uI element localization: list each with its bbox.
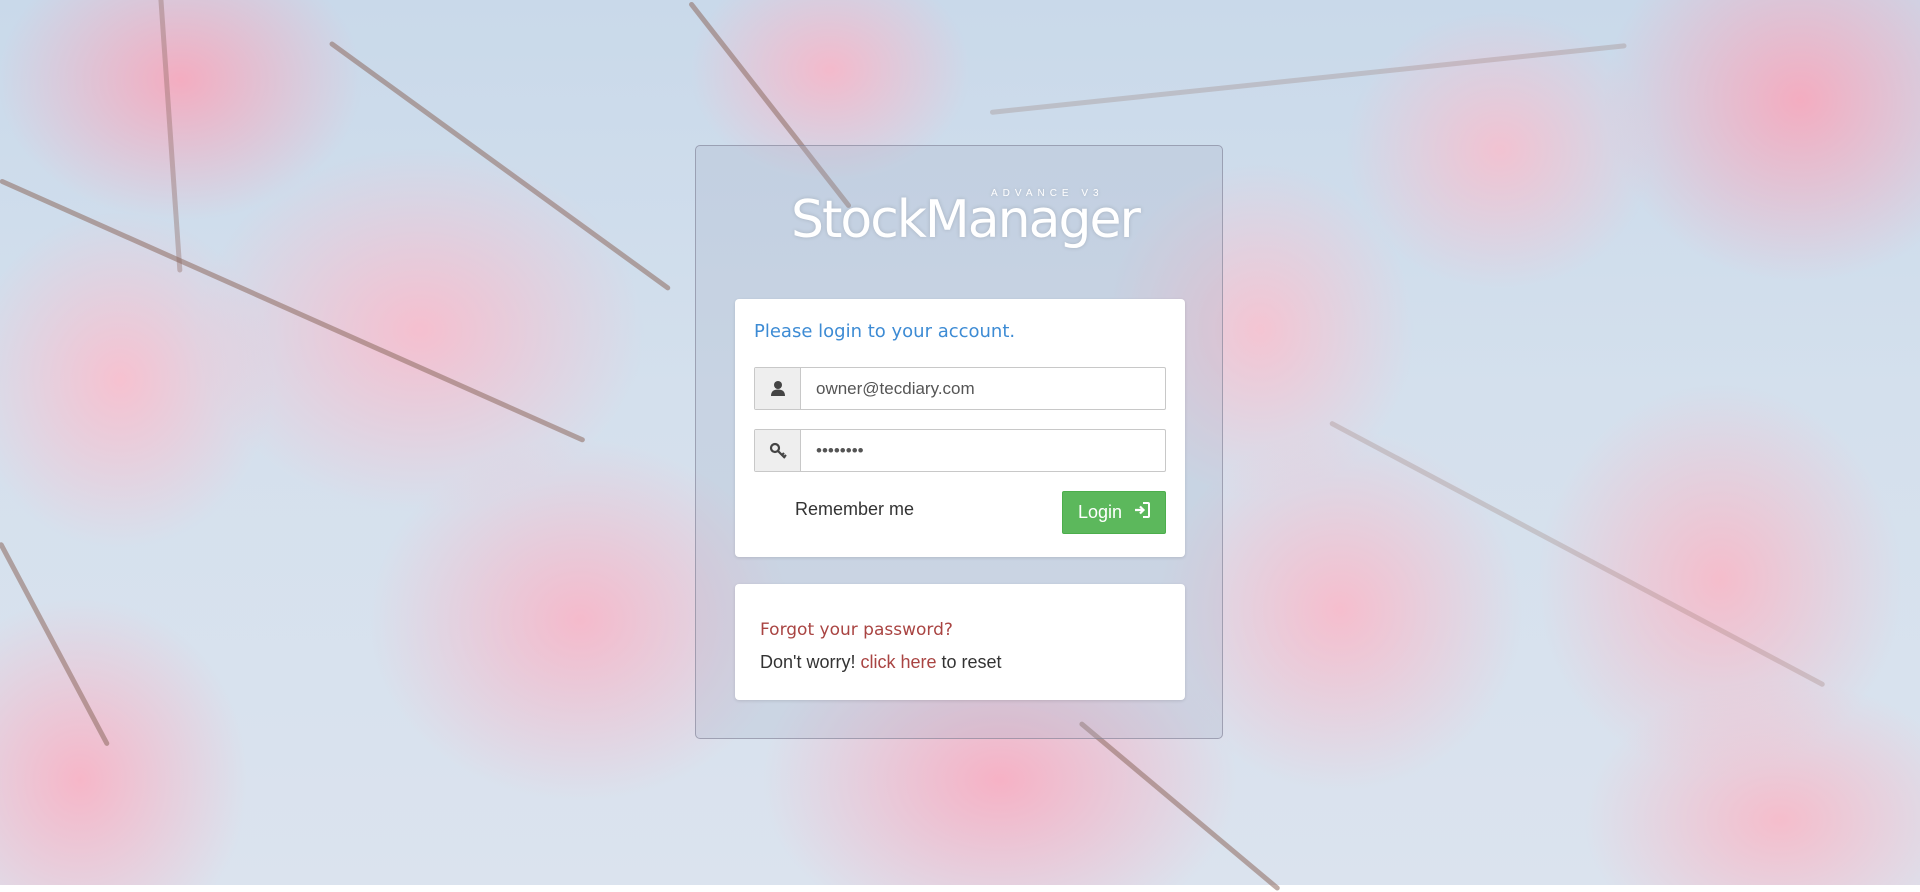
- user-icon: [755, 368, 801, 409]
- login-container: ADVANCE V3 StockManager Please login to …: [695, 145, 1223, 739]
- branch-decoration: [1078, 720, 1281, 892]
- forgot-text-after: to reset: [941, 652, 1002, 672]
- logo-text: StockManager: [791, 190, 1141, 250]
- remember-me-label[interactable]: Remember me: [795, 499, 914, 520]
- password-input[interactable]: [801, 430, 1165, 471]
- username-input-group: [754, 367, 1166, 410]
- forgot-password-panel: Forgot your password? Don't worry! click…: [735, 584, 1185, 700]
- branch-decoration: [1328, 420, 1826, 688]
- branch-decoration: [0, 541, 111, 747]
- forgot-password-text: Don't worry! click here to reset: [760, 652, 1002, 673]
- login-form-panel: Please login to your account. Remember m…: [735, 299, 1185, 557]
- sign-in-icon: [1134, 502, 1151, 523]
- branch-decoration: [0, 178, 586, 444]
- username-input[interactable]: [801, 368, 1165, 409]
- key-icon: [755, 430, 801, 471]
- branch-decoration: [328, 40, 672, 292]
- login-title: Please login to your account.: [754, 321, 1016, 342]
- branch-decoration: [138, 0, 183, 273]
- forgot-password-title: Forgot your password?: [760, 620, 953, 640]
- branch-decoration: [989, 43, 1627, 115]
- login-button[interactable]: Login: [1062, 491, 1166, 534]
- forgot-text-before: Don't worry!: [760, 652, 856, 672]
- password-input-group: [754, 429, 1166, 472]
- stockmanager-logo: ADVANCE V3 StockManager: [791, 188, 1141, 258]
- login-button-label: Login: [1077, 502, 1123, 522]
- reset-password-link[interactable]: click here: [860, 652, 936, 672]
